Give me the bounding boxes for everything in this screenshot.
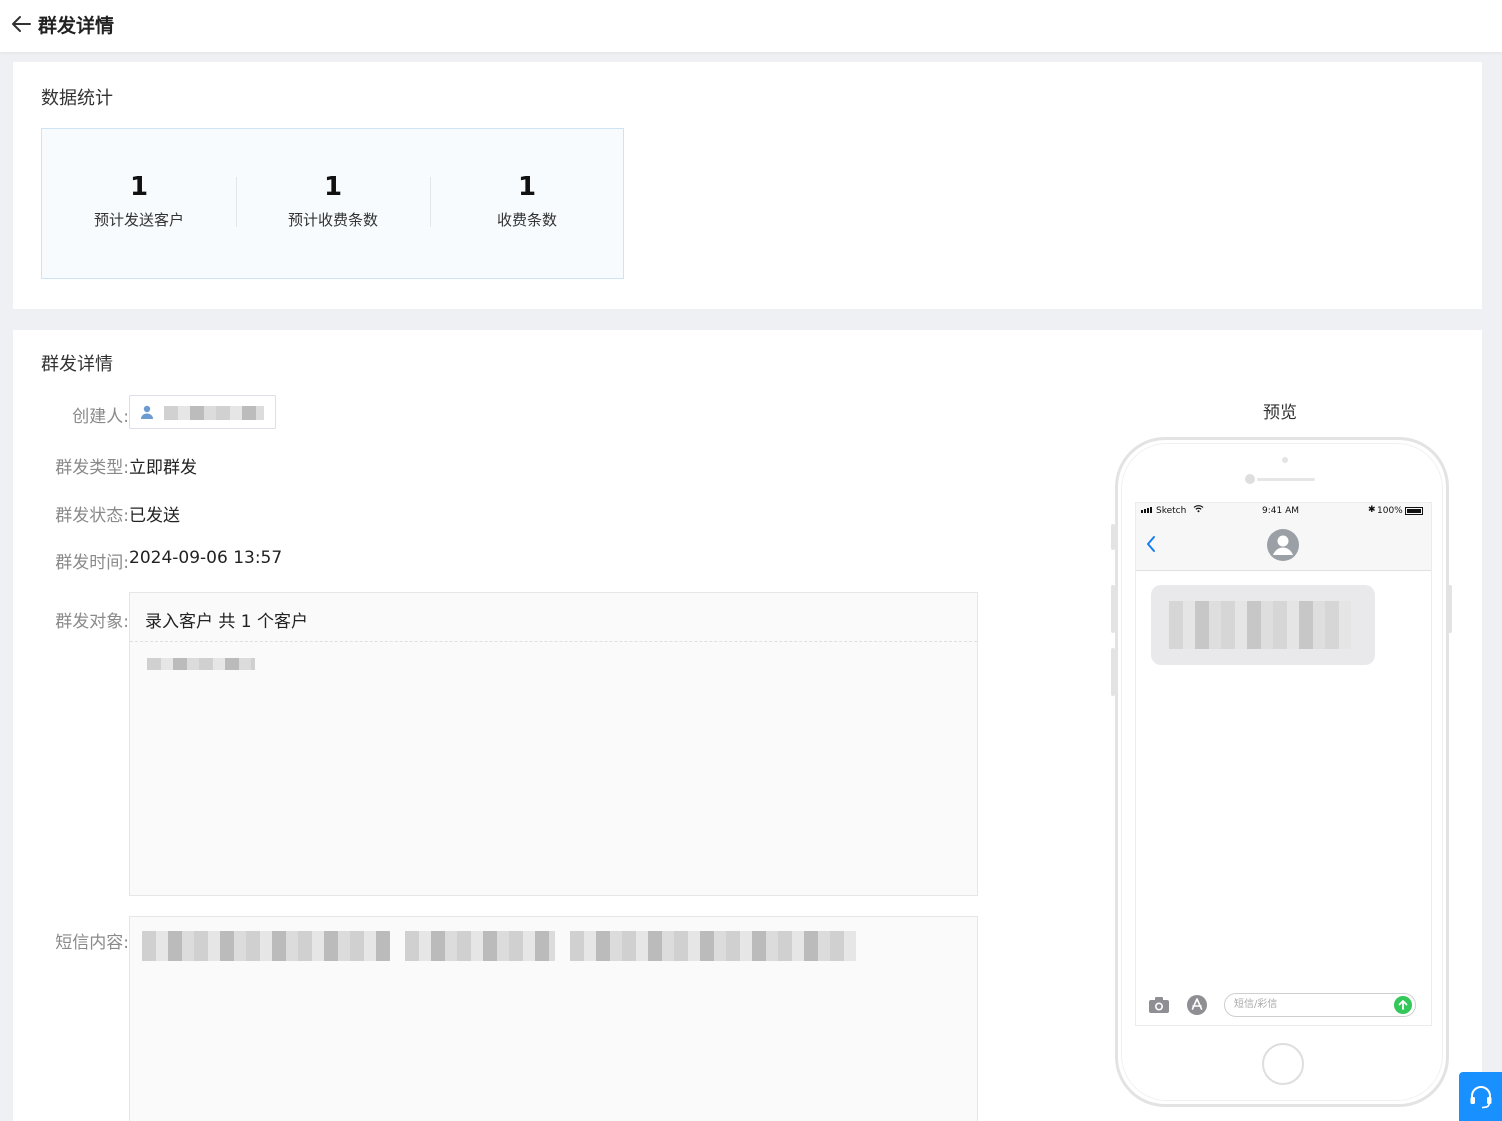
creator-label: 创建人: bbox=[72, 407, 129, 427]
phone-volume-up bbox=[1111, 585, 1115, 633]
headset-icon bbox=[1468, 1084, 1494, 1114]
stat-label: 预计发送客户 bbox=[93, 211, 184, 229]
phone-sensor bbox=[1282, 457, 1288, 463]
sms-content-redacted bbox=[570, 931, 856, 961]
back-arrow-icon[interactable] bbox=[10, 12, 34, 36]
message-text-redacted bbox=[1169, 601, 1351, 649]
stat-expected-customers: 1 预计发送客户 bbox=[42, 169, 236, 230]
type-label: 群发类型: bbox=[55, 458, 129, 478]
type-value: 立即群发 bbox=[129, 458, 197, 478]
preview-label: 预览 bbox=[1263, 403, 1297, 423]
phone-speaker bbox=[1257, 478, 1315, 481]
stat-value: 1 bbox=[129, 172, 149, 202]
status-bar: Sketch 9:41 AM ✱ 100% bbox=[1136, 503, 1431, 521]
phone-volume-down bbox=[1111, 648, 1115, 696]
content-label: 短信内容: bbox=[55, 933, 129, 953]
sms-content-redacted bbox=[405, 931, 555, 961]
signal-icon bbox=[1141, 507, 1152, 513]
target-label: 群发对象: bbox=[55, 612, 129, 632]
stats-card: 数据统计 1 预计发送客户 1 预计收费条数 1 收费条数 bbox=[13, 62, 1482, 309]
message-bubble bbox=[1151, 585, 1375, 665]
phone-mockup: Sketch 9:41 AM ✱ 100% 短信/彩信 bbox=[1111, 437, 1452, 1107]
phone-number-redacted bbox=[147, 658, 255, 670]
time-label: 群发时间: bbox=[55, 553, 129, 573]
content-panel bbox=[129, 916, 978, 1121]
stat-label: 收费条数 bbox=[496, 211, 557, 229]
battery-percent: 100% bbox=[1377, 506, 1403, 516]
target-panel: 录入客户 共 1 个客户 bbox=[129, 592, 978, 896]
customer-service-button[interactable] bbox=[1459, 1072, 1502, 1121]
phone-home-button bbox=[1262, 1043, 1304, 1085]
creator-name-redacted bbox=[164, 406, 264, 420]
divider bbox=[130, 641, 977, 642]
phone-power-button bbox=[1448, 585, 1452, 633]
camera-icon[interactable] bbox=[1148, 996, 1170, 1018]
status-label: 群发状态: bbox=[55, 506, 129, 526]
sms-input-placeholder: 短信/彩信 bbox=[1234, 999, 1278, 1010]
detail-card: 群发详情 创建人: 群发类型: 立即群发 群发状态: 已发送 群发时间: 202… bbox=[13, 330, 1482, 1121]
stat-charge-count: 1 收费条数 bbox=[430, 169, 624, 230]
status-time: 9:41 AM bbox=[1262, 506, 1299, 516]
messages-nav-bar bbox=[1136, 521, 1431, 571]
message-input-row: 短信/彩信 bbox=[1136, 987, 1431, 1025]
sms-input[interactable]: 短信/彩信 bbox=[1224, 993, 1416, 1017]
phone-camera bbox=[1245, 474, 1255, 484]
time-value: 2024-09-06 13:57 bbox=[129, 548, 283, 568]
phone-mute-switch bbox=[1111, 524, 1115, 550]
sms-content-redacted bbox=[142, 931, 390, 961]
target-summary: 录入客户 共 1 个客户 bbox=[145, 612, 309, 632]
detail-section-title: 群发详情 bbox=[41, 354, 113, 375]
send-icon[interactable] bbox=[1394, 996, 1412, 1023]
chevron-left-icon[interactable] bbox=[1145, 535, 1157, 557]
stat-expected-charge: 1 预计收费条数 bbox=[236, 169, 430, 230]
wifi-icon bbox=[1193, 504, 1204, 516]
top-bar: 群发详情 bbox=[0, 0, 1502, 52]
stat-label: 预计收费条数 bbox=[287, 211, 378, 229]
user-icon bbox=[140, 404, 154, 424]
stat-value: 1 bbox=[517, 172, 537, 202]
bluetooth-icon: ✱ bbox=[1368, 505, 1376, 515]
stat-value: 1 bbox=[323, 172, 343, 202]
status-value: 已发送 bbox=[129, 506, 180, 526]
app-store-icon[interactable] bbox=[1186, 994, 1210, 1020]
phone-screen: Sketch 9:41 AM ✱ 100% 短信/彩信 bbox=[1135, 502, 1432, 1026]
stats-section-title: 数据统计 bbox=[41, 88, 113, 109]
creator-tag[interactable] bbox=[129, 395, 276, 429]
battery-icon bbox=[1405, 507, 1423, 515]
stats-box: 1 预计发送客户 1 预计收费条数 1 收费条数 bbox=[41, 128, 624, 279]
carrier-name: Sketch bbox=[1156, 506, 1187, 516]
page-title: 群发详情 bbox=[38, 15, 115, 37]
contact-avatar-icon bbox=[1266, 528, 1300, 566]
